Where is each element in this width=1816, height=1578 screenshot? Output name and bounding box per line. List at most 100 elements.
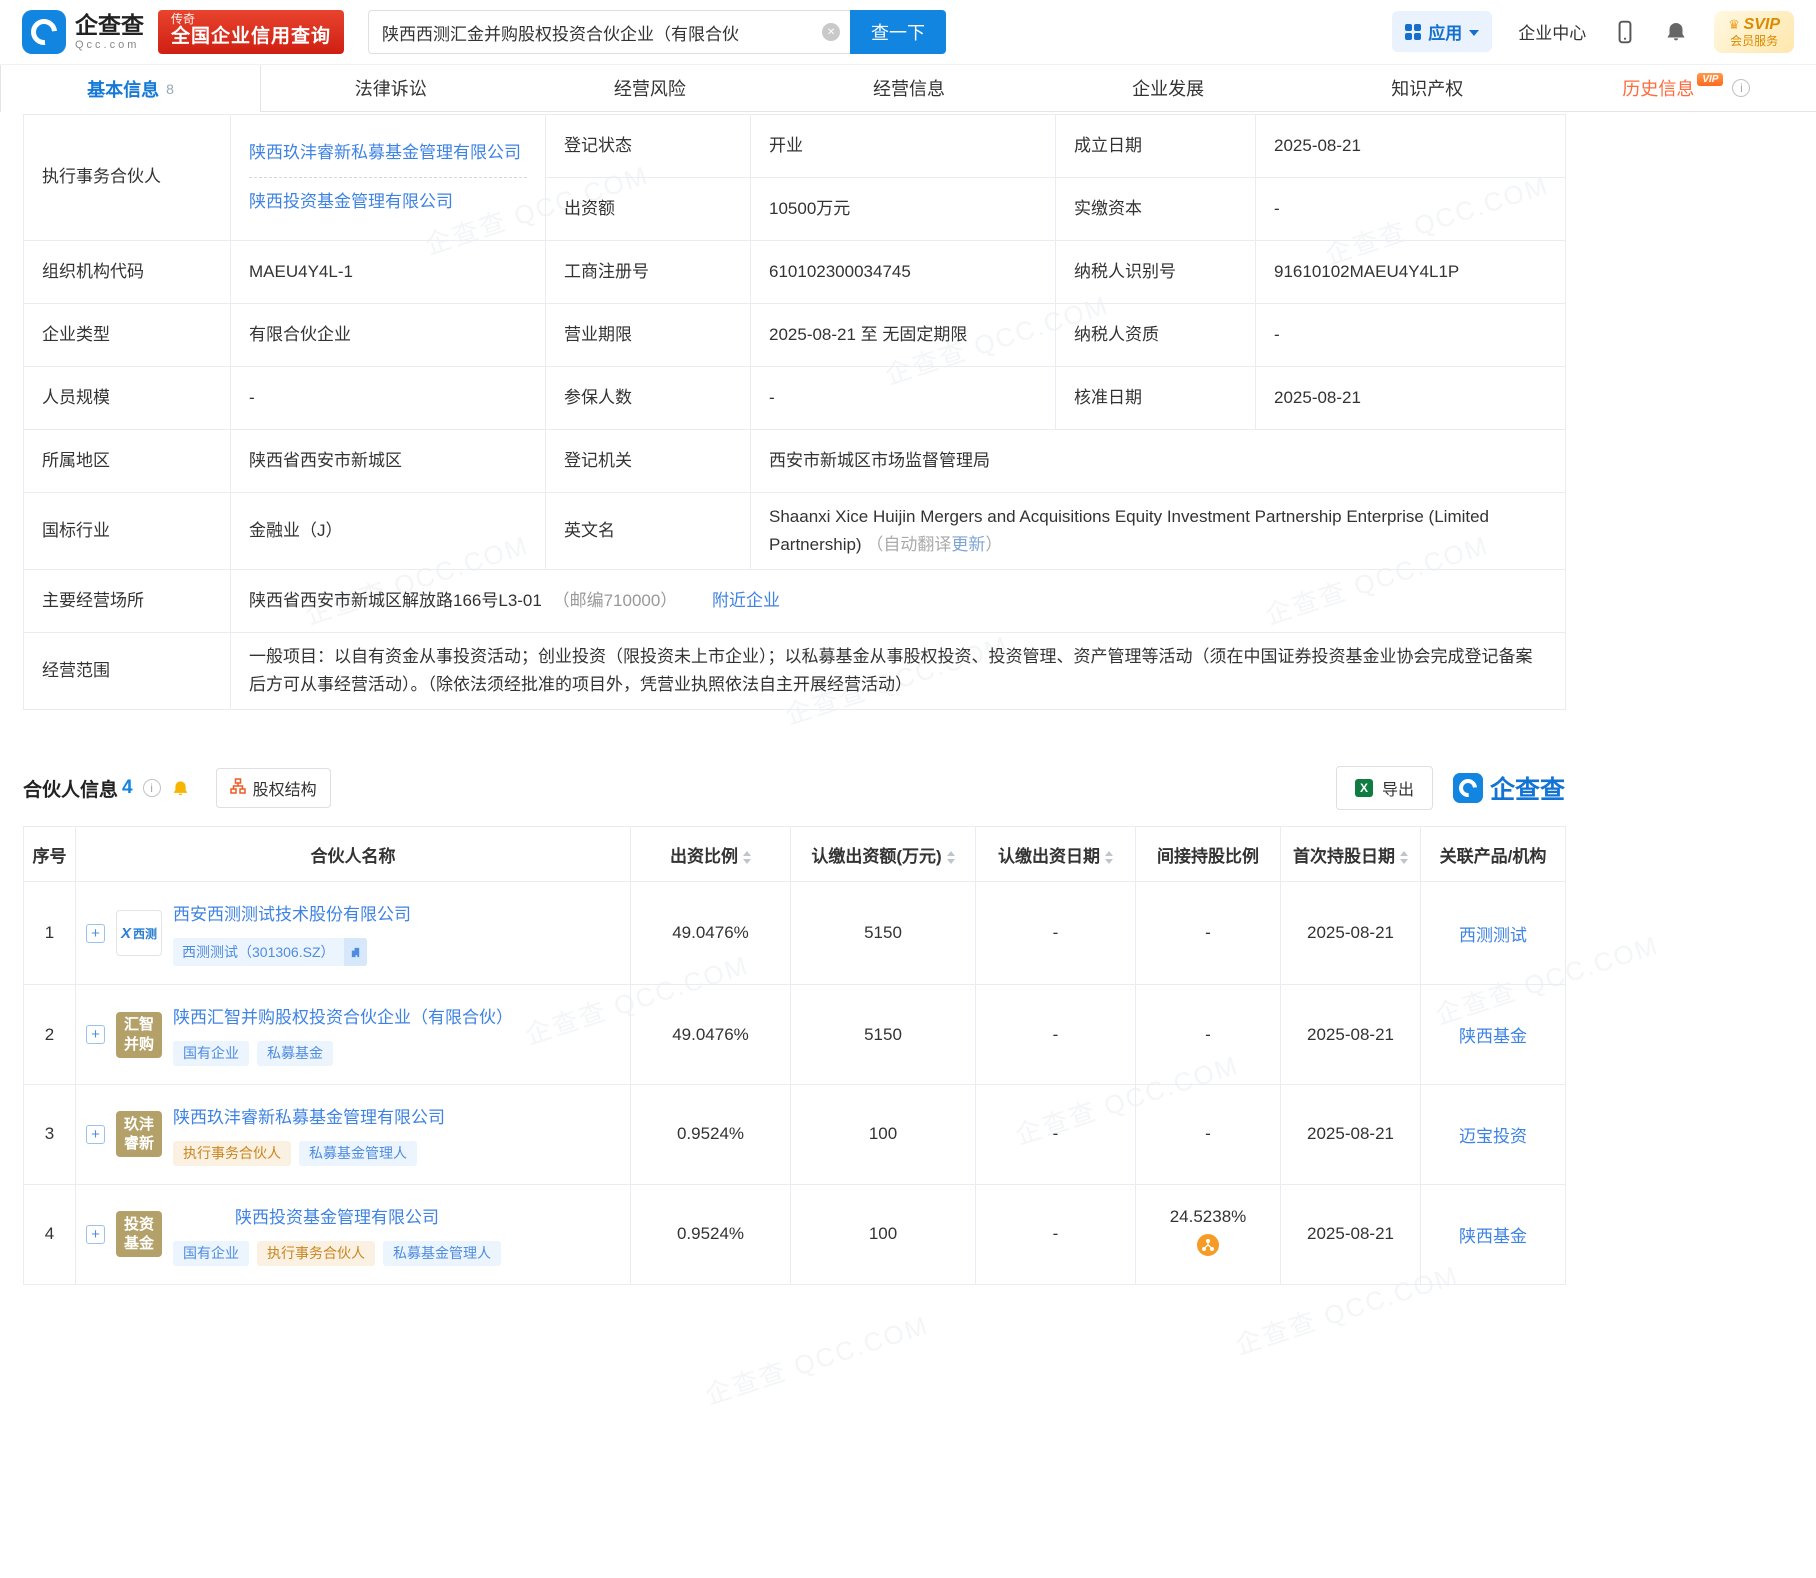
first-date-value: 2025-08-21 (1281, 985, 1421, 1085)
qcc-brand-text: 企查查 (1490, 770, 1565, 806)
partner-name-link[interactable]: 陕西玖沣睿新私募基金管理有限公司 (173, 1103, 445, 1128)
table-row: 所属地区 陕西省西安市新城区 登记机关 西安市新城区市场监督管理局 (24, 430, 1566, 493)
info-value: - (1256, 304, 1566, 367)
tab-history[interactable]: 历史信息 VIP (1557, 65, 1816, 111)
column-header-first-date[interactable]: 首次持股日期 (1281, 827, 1421, 882)
tab-legal[interactable]: 法律诉讼 (261, 65, 520, 111)
partner-name-link[interactable]: 西安西测测试技术股份有限公司 (173, 900, 411, 925)
info-value: - (1256, 178, 1566, 241)
table-row: 2 汇智 并购 陕西汇智并购股权投资合伙企业（有限合伙） 国有企业 私募基金 (24, 985, 1566, 1085)
table-row: 人员规模 - 参保人数 - 核准日期 2025-08-21 (24, 367, 1566, 430)
info-label: 出资额 (546, 178, 751, 241)
partner-logo: 西测 (116, 910, 162, 956)
partner-logo-text: 玖沣 (124, 1115, 154, 1135)
related-product-link[interactable]: 陕西基金 (1459, 1227, 1527, 1246)
info-label: 纳税人识别号 (1056, 241, 1256, 304)
promo-tag: 传奇 (171, 13, 331, 27)
expand-icon[interactable] (86, 924, 105, 943)
info-label: 国标行业 (24, 493, 231, 570)
tab-basic-info[interactable]: 基本信息 8 (0, 65, 261, 112)
info-label: 执行事务合伙人 (24, 115, 231, 241)
export-label: 导出 (1382, 776, 1414, 800)
tab-operating-risk[interactable]: 经营风险 (520, 65, 779, 111)
equity-structure-button[interactable]: 股权结构 (216, 768, 331, 808)
company-tag: 国有企业 (173, 1241, 249, 1266)
company-link[interactable]: 陕西投资基金管理有限公司 (249, 192, 453, 211)
sort-icon[interactable] (1400, 851, 1408, 864)
promo-title: 全国企业信用查询 (171, 26, 331, 48)
stock-tag[interactable]: 西测测试（301306.SZ） (173, 938, 367, 966)
search-input[interactable] (368, 10, 850, 54)
column-header-subscription-date[interactable]: 认缴出资日期 (976, 827, 1136, 882)
tab-business-info[interactable]: 经营信息 (779, 65, 1038, 111)
tab-bar: 基本信息 8 法律诉讼 经营风险 经营信息 企业发展 知识产权 历史信息 VIP (0, 64, 1816, 112)
company-link[interactable]: 陕西玖沣睿新私募基金管理有限公司 (249, 143, 521, 162)
indirect-value: - (1136, 882, 1281, 985)
amount-value: 100 (791, 1084, 976, 1184)
qcc-logo[interactable]: 企查查 Qcc.com (22, 10, 144, 54)
info-value: 陕西省西安市新城区 (231, 430, 546, 493)
info-icon[interactable] (1732, 79, 1750, 97)
bell-icon[interactable] (171, 779, 190, 798)
apps-menu-label: 应用 (1428, 19, 1462, 44)
expand-icon[interactable] (86, 1225, 105, 1244)
info-value: 开业 (751, 115, 1056, 178)
info-label: 登记状态 (546, 115, 751, 178)
equity-penetration-icon[interactable] (1197, 1234, 1219, 1261)
vip-badge: VIP (1697, 73, 1723, 86)
sort-icon[interactable] (743, 851, 751, 864)
column-header-ratio[interactable]: 出资比例 (631, 827, 791, 882)
sort-icon[interactable] (947, 851, 955, 864)
sort-icon[interactable] (1105, 851, 1113, 864)
apps-menu[interactable]: 应用 (1392, 11, 1492, 52)
info-value: 91610102MAEU4Y4L1P (1256, 241, 1566, 304)
related-product-link[interactable]: 陕西基金 (1459, 1027, 1527, 1046)
info-value: 金融业（J） (231, 493, 546, 570)
svip-subtitle: 会员服务 (1728, 34, 1780, 48)
indirect-value: 24.5238% (1170, 1207, 1247, 1227)
info-value: 陕西玖沣睿新私募基金管理有限公司 陕西投资基金管理有限公司 (231, 115, 546, 241)
excel-icon (1355, 779, 1373, 797)
nearby-companies-link[interactable]: 附近企业 (712, 591, 780, 610)
related-product-link[interactable]: 西测测试 (1459, 926, 1527, 945)
notification-bell-icon[interactable] (1664, 20, 1688, 44)
update-translation-link[interactable]: 更新 (951, 535, 985, 554)
info-icon[interactable] (143, 779, 161, 797)
search-button[interactable]: 查一下 (850, 10, 946, 54)
column-header-amount[interactable]: 认缴出资额(万元) (791, 827, 976, 882)
promo-badge[interactable]: 传奇 全国企业信用查询 (158, 10, 344, 55)
svip-badge[interactable]: SVIP 会员服务 (1714, 11, 1794, 53)
tab-intellectual-property[interactable]: 知识产权 (1298, 65, 1557, 111)
column-header-name: 合伙人名称 (76, 827, 631, 882)
info-label: 纳税人资质 (1056, 304, 1256, 367)
column-header-no: 序号 (24, 827, 76, 882)
qcc-logo-text: 企查查 (75, 13, 144, 38)
tab-label: 法律诉讼 (355, 75, 427, 101)
export-button[interactable]: 导出 (1336, 766, 1433, 810)
info-value: 陕西省西安市新城区解放路166号L3-01 （邮编710000） 附近企业 (231, 570, 1566, 633)
info-label: 参保人数 (546, 367, 751, 430)
related-product-link[interactable]: 迈宝投资 (1459, 1127, 1527, 1146)
chevron-down-icon (1469, 30, 1479, 36)
subscription-date-value: - (976, 985, 1136, 1085)
clear-icon[interactable] (822, 23, 840, 41)
partner-name-link[interactable]: 陕西汇智并购股权投资合伙企业（有限合伙） (173, 1003, 513, 1028)
expand-icon[interactable] (86, 1025, 105, 1044)
header-actions: 应用 企业中心 SVIP 会员服务 (1392, 11, 1794, 53)
enterprise-center-link[interactable]: 企业中心 (1518, 19, 1586, 44)
tab-development[interactable]: 企业发展 (1039, 65, 1298, 111)
partner-logo-text: 西测 (133, 925, 157, 942)
column-label: 出资比例 (670, 847, 738, 866)
expand-icon[interactable] (86, 1125, 105, 1144)
column-label: 合伙人名称 (311, 847, 396, 866)
subscription-date-value: - (976, 882, 1136, 985)
amount-value: 5150 (791, 985, 976, 1085)
info-label: 成立日期 (1056, 115, 1256, 178)
mobile-app-icon[interactable] (1612, 19, 1638, 45)
partner-name-link[interactable]: 陕西投资基金管理有限公司 (173, 1203, 501, 1228)
section-title: 合伙人信息 (23, 775, 118, 802)
table-row: 3 玖沣 睿新 陕西玖沣睿新私募基金管理有限公司 执行事务合伙人 私募基金管理 (24, 1084, 1566, 1184)
section-count: 4 (122, 777, 133, 799)
column-label: 认缴出资日期 (998, 847, 1100, 866)
tab-label: 历史信息 (1622, 75, 1694, 101)
